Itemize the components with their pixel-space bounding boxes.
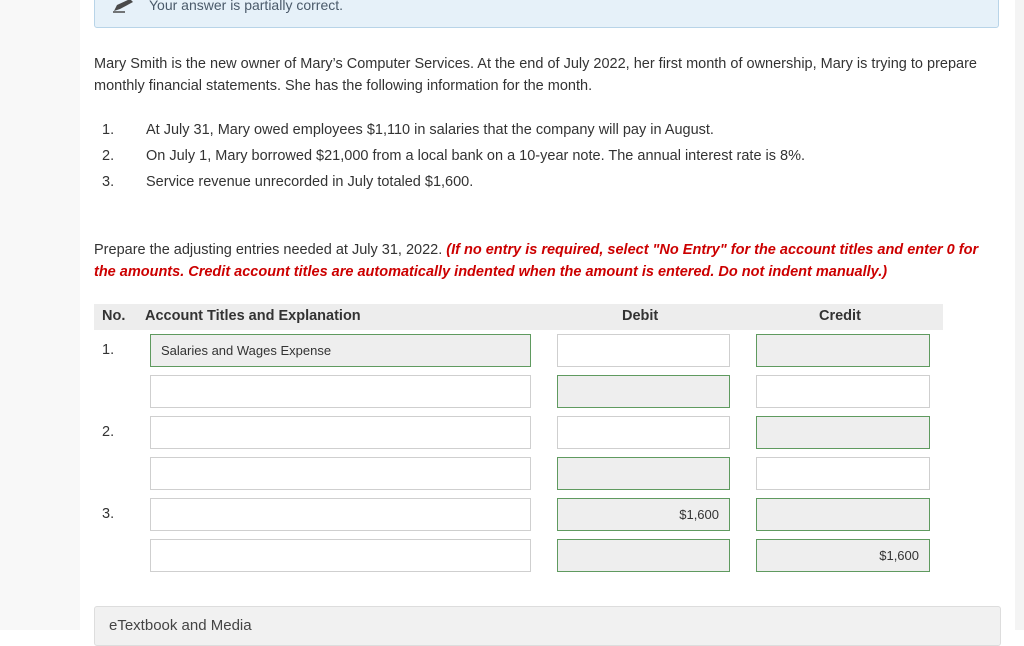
debit-input[interactable]	[557, 416, 730, 449]
header-no: No.	[102, 308, 126, 324]
credit-input[interactable]	[756, 539, 930, 572]
list-item: 1. At July 31, Mary owed employees $1,11…	[94, 119, 994, 145]
account-title-input[interactable]	[150, 375, 531, 408]
etextbook-label: eTextbook and Media	[109, 617, 252, 634]
fact-number: 2.	[102, 148, 115, 164]
credit-input[interactable]	[756, 416, 930, 449]
credit-input[interactable]	[756, 334, 930, 367]
debit-input[interactable]	[557, 375, 730, 408]
credit-input[interactable]	[756, 375, 930, 408]
journal-table-header: No. Account Titles and Explanation Debit…	[94, 304, 943, 330]
account-title-input[interactable]	[150, 457, 531, 490]
instructions-lead: Prepare the adjusting entries needed at …	[94, 242, 447, 258]
account-title-input[interactable]	[150, 498, 531, 531]
feedback-text: Your answer is partially correct.	[149, 0, 344, 13]
credit-input[interactable]	[756, 457, 930, 490]
debit-input[interactable]	[557, 539, 730, 572]
account-title-input[interactable]	[150, 334, 531, 367]
list-item: 2. On July 1, Mary borrowed $21,000 from…	[94, 145, 994, 171]
etextbook-section[interactable]: eTextbook and Media	[94, 606, 1001, 646]
header-debit: Debit	[622, 308, 659, 324]
fact-number: 3.	[102, 174, 115, 190]
entry-number: 1.	[102, 342, 115, 358]
account-title-input[interactable]	[150, 416, 531, 449]
question-intro: Mary Smith is the new owner of Mary’s Co…	[94, 56, 977, 94]
debit-input[interactable]	[557, 334, 730, 367]
facts-list: 1. At July 31, Mary owed employees $1,11…	[94, 119, 994, 197]
debit-input[interactable]	[557, 457, 730, 490]
list-item: 3. Service revenue unrecorded in July to…	[94, 171, 994, 197]
entry-number: 3.	[102, 506, 115, 522]
feedback-banner: Your answer is partially correct.	[94, 0, 999, 28]
instructions: Prepare the adjusting entries needed at …	[94, 239, 999, 283]
entry-number: 2.	[102, 424, 115, 440]
fact-text: On July 1, Mary borrowed $21,000 from a …	[146, 148, 806, 164]
header-credit: Credit	[819, 308, 861, 324]
fact-text: At July 31, Mary owed employees $1,110 i…	[146, 122, 714, 138]
left-gutter	[0, 0, 80, 630]
debit-input[interactable]	[557, 498, 730, 531]
pencil-icon	[113, 0, 133, 13]
header-account: Account Titles and Explanation	[145, 308, 361, 324]
fact-text: Service revenue unrecorded in July total…	[146, 174, 474, 190]
right-scroll-gutter	[1015, 0, 1024, 630]
account-title-input[interactable]	[150, 539, 531, 572]
credit-input[interactable]	[756, 498, 930, 531]
fact-number: 1.	[102, 122, 115, 138]
